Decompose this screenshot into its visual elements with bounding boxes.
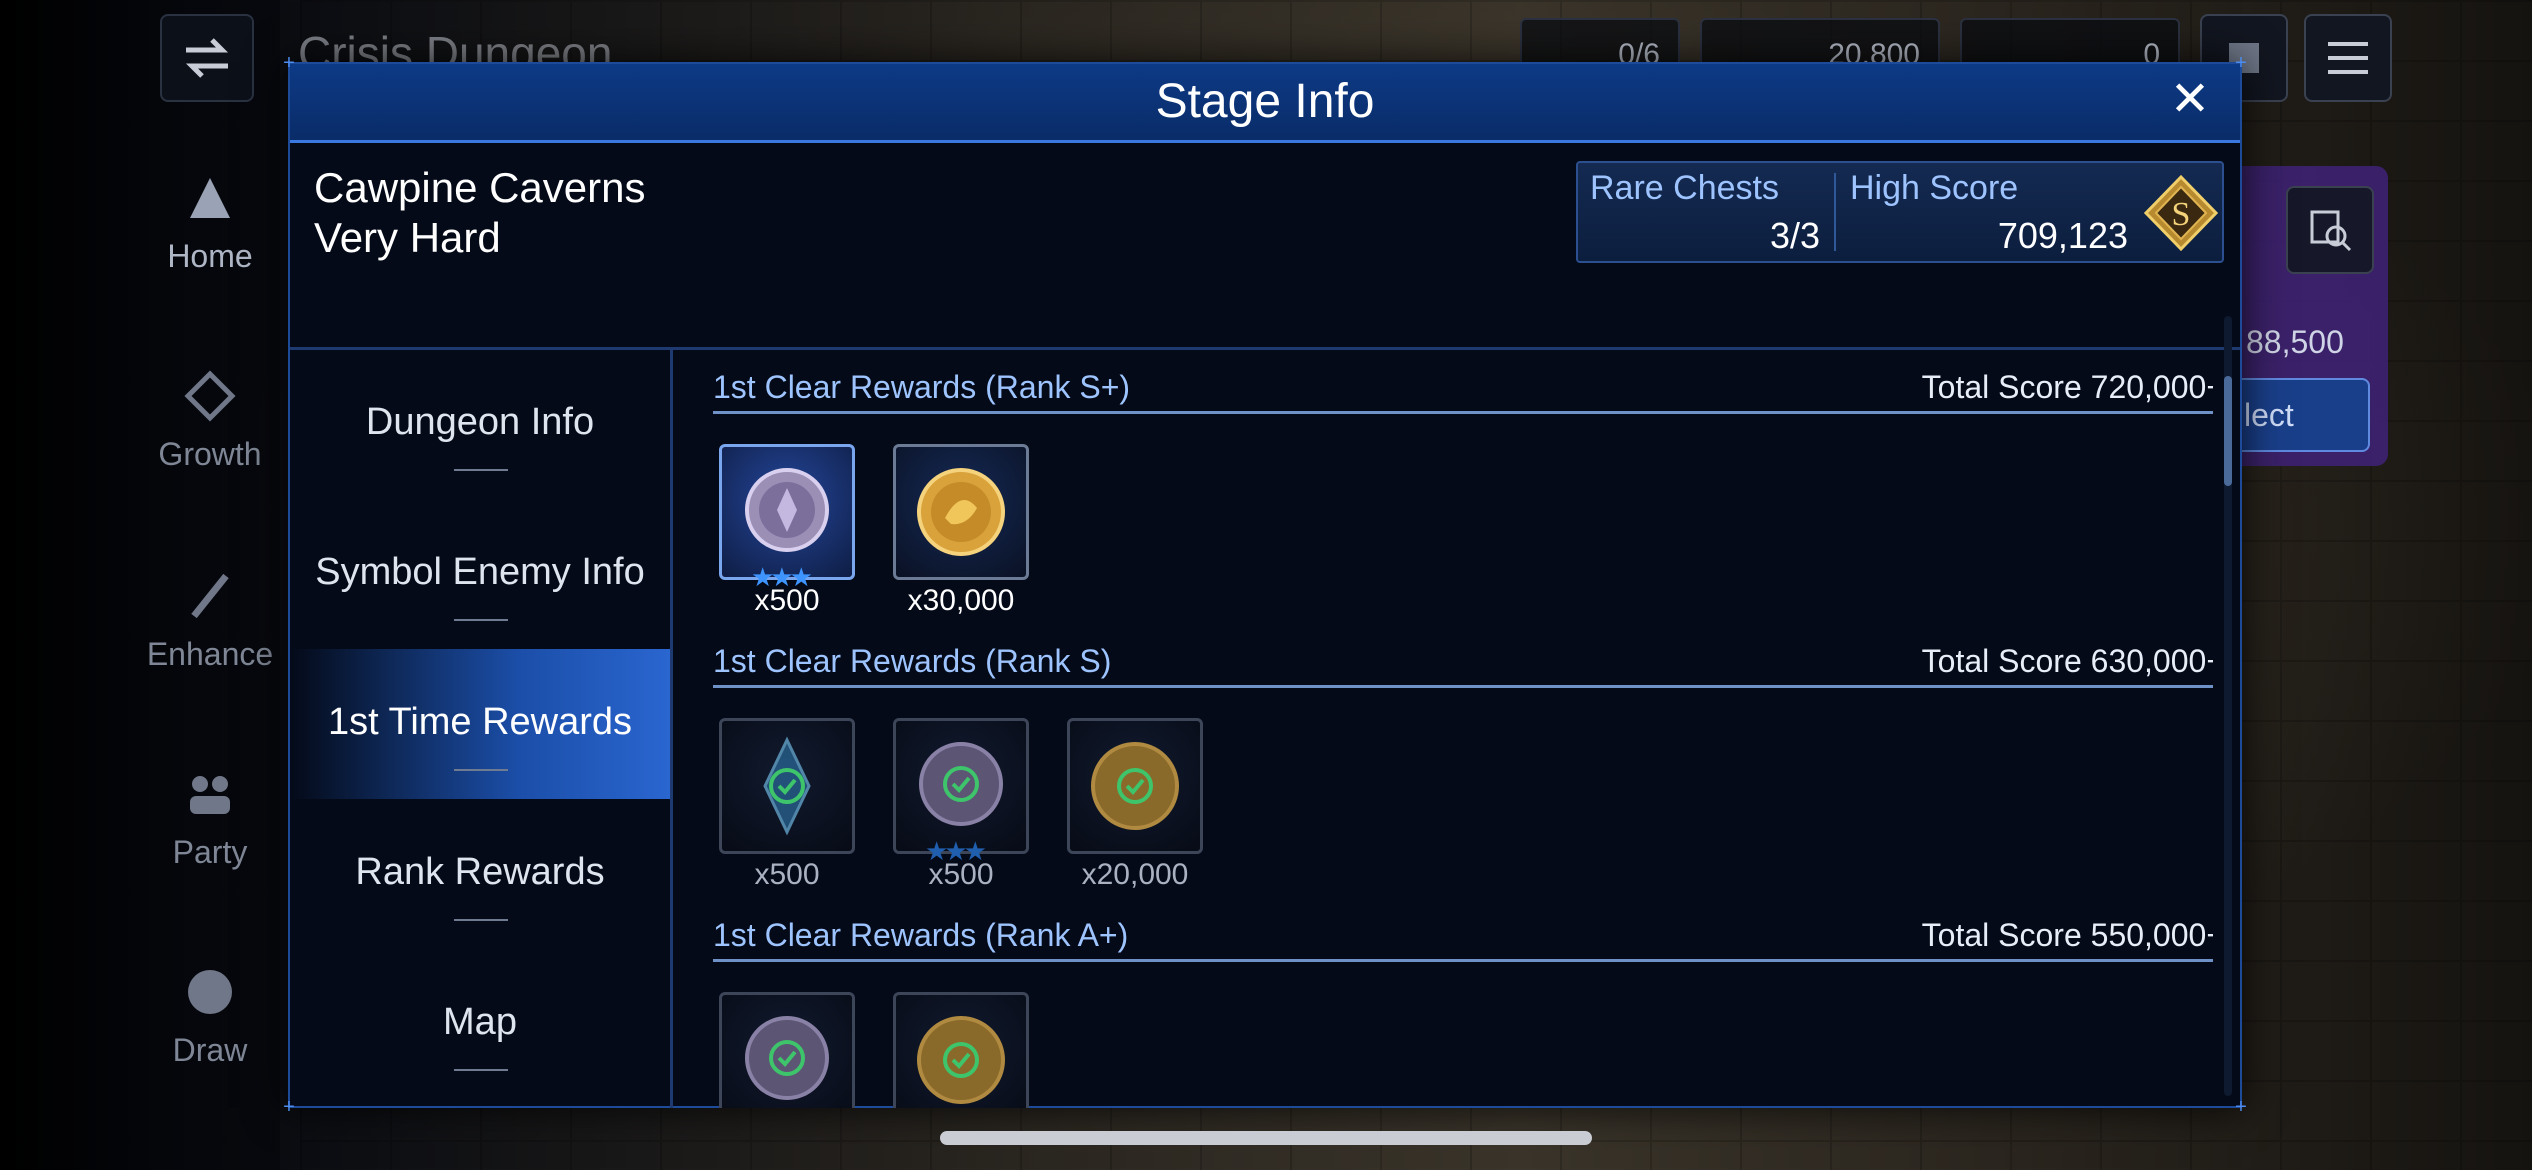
item-quantity: x500: [928, 858, 994, 891]
item-quantity: x30,000: [907, 584, 1015, 617]
home-icon: [190, 178, 230, 218]
reward-item[interactable]: ★★★ x500: [893, 718, 1029, 891]
silver-medal-icon: [919, 742, 1003, 826]
card-score: 88,500: [2246, 324, 2344, 360]
stage-info-dialog: Stage Info ✕ Cawpine Caverns Very Hard R…: [283, 53, 2247, 1117]
section-header: 1st Clear Rewards (Rank S+) Total Score …: [713, 363, 2213, 414]
reward-section: 1st Clear Rewards (Rank S+) Total Score …: [713, 363, 2213, 617]
menu-button[interactable]: [2304, 14, 2392, 102]
corner-ornament: +: [2235, 1096, 2247, 1118]
nav-draw[interactable]: Draw: [130, 962, 290, 1069]
home-indicator: [940, 1131, 1592, 1145]
tab-1st-time-rewards[interactable]: 1st Time Rewards: [290, 649, 670, 799]
close-button[interactable]: ✕: [2162, 72, 2218, 128]
stats-divider: [1834, 173, 1836, 251]
corner-ornament: +: [283, 1096, 295, 1118]
nav-party-label: Party: [172, 834, 248, 870]
gold-coin-icon: [1091, 742, 1179, 830]
section-score: Total Score 550,000+: [1921, 917, 2213, 953]
section-header: 1st Clear Rewards (Rank A+) Total Score …: [713, 911, 2213, 962]
growth-icon: [184, 370, 236, 422]
tab-divider: [454, 919, 508, 921]
rare-chests-value: 3/3: [1769, 215, 1820, 256]
tab-label: Rank Rewards: [355, 851, 605, 893]
stage-name: Cawpine Caverns: [314, 164, 646, 211]
tab-map[interactable]: Map: [290, 949, 670, 1099]
reward-items: x500 ★★★ x500 x20,000: [713, 688, 2213, 891]
tab-label: Map: [443, 1001, 517, 1043]
nav-enhance-label: Enhance: [146, 636, 274, 672]
silver-medal-icon: [745, 1016, 829, 1100]
reward-item[interactable]: ★★★ x500: [719, 444, 855, 617]
gold-coin-icon: [917, 468, 1005, 556]
section-score: Total Score 630,000+: [1921, 643, 2213, 679]
high-score-value: 709,123: [1997, 215, 2128, 256]
stage-info-tabs: Dungeon Info Symbol Enemy Info 1st Time …: [290, 349, 673, 1108]
rank-s-icon: S: [2144, 175, 2218, 251]
silver-medal-icon: [745, 468, 829, 552]
tab-label: Dungeon Info: [365, 401, 595, 443]
rank-letter: S: [2172, 196, 2191, 233]
reward-section: 1st Clear Rewards (Rank S) Total Score 6…: [713, 637, 2213, 891]
corner-ornament: +: [2235, 52, 2247, 74]
rare-chests-label: Rare Chests: [1590, 169, 1779, 207]
stage-stats: Rare Chests 3/3 High Score 709,123 S: [1576, 161, 2224, 263]
tab-divider: [454, 1069, 508, 1071]
reward-item[interactable]: [893, 992, 1029, 1108]
back-button[interactable]: [160, 14, 254, 102]
select-button[interactable]: lect: [2226, 378, 2370, 452]
nav-home[interactable]: Home: [130, 168, 290, 275]
tab-label: 1st Time Rewards: [327, 701, 633, 743]
party-icon: [190, 776, 230, 814]
rewards-list[interactable]: 1st Clear Rewards (Rank S+) Total Score …: [673, 349, 2213, 1108]
scroll-thumb[interactable]: [2224, 376, 2232, 486]
nav-growth-label: Growth: [158, 436, 262, 472]
section-title: 1st Clear Rewards (Rank S+): [713, 369, 1131, 405]
section-header: 1st Clear Rewards (Rank S) Total Score 6…: [713, 637, 2213, 688]
tab-divider: [454, 619, 508, 621]
tab-divider: [454, 469, 508, 471]
item-quantity: x500: [754, 858, 820, 891]
dialog-title: Stage Info: [1155, 75, 1375, 128]
tab-divider: [454, 769, 508, 771]
back-arrow-icon: [185, 38, 229, 78]
draw-icon: [188, 970, 232, 1014]
nav-enhance[interactable]: Enhance: [130, 566, 290, 673]
stage-summary: Cawpine Caverns Very Hard Rare Chests 3/…: [290, 143, 2240, 350]
nav-home-label: Home: [167, 238, 253, 274]
tab-dungeon-info[interactable]: Dungeon Info: [290, 349, 670, 499]
reward-items: ★★★ x500 x30,000: [713, 414, 2213, 617]
nav-party[interactable]: Party: [130, 764, 290, 871]
inspect-button[interactable]: [2286, 186, 2374, 274]
stage-title: Cawpine Caverns Very Hard: [314, 163, 646, 263]
reward-item[interactable]: ★★★: [719, 992, 855, 1108]
crystal-icon: [763, 736, 811, 836]
tab-label: Symbol Enemy Info: [315, 551, 645, 593]
reward-item[interactable]: x30,000: [893, 444, 1029, 617]
reward-item[interactable]: x500: [719, 718, 855, 891]
reward-items: ★★★: [713, 962, 2213, 1108]
rewards-scrollbar[interactable]: [2224, 316, 2232, 1096]
corner-ornament: +: [283, 52, 295, 74]
nav-draw-label: Draw: [172, 1032, 248, 1068]
nav-growth[interactable]: Growth: [130, 366, 290, 473]
section-title: 1st Clear Rewards (Rank S): [713, 643, 1112, 679]
magnifier-icon: [2310, 210, 2352, 252]
enhance-icon: [191, 573, 229, 619]
tab-symbol-enemy-info[interactable]: Symbol Enemy Info: [290, 499, 670, 649]
section-title: 1st Clear Rewards (Rank A+): [713, 917, 1129, 953]
stage-difficulty: Very Hard: [314, 214, 501, 261]
dialog-header: Stage Info ✕: [290, 64, 2240, 143]
gold-coin-icon: [917, 1016, 1005, 1104]
high-score-label: High Score: [1850, 169, 2019, 207]
reward-item[interactable]: x20,000: [1067, 718, 1203, 891]
reward-section: 1st Clear Rewards (Rank A+) Total Score …: [713, 911, 2213, 1108]
item-quantity: x20,000: [1081, 858, 1189, 891]
item-quantity: x500: [754, 584, 820, 617]
tab-rank-rewards[interactable]: Rank Rewards: [290, 799, 670, 949]
menu-icon: [2328, 42, 2368, 74]
section-score: Total Score 720,000+: [1921, 369, 2213, 405]
